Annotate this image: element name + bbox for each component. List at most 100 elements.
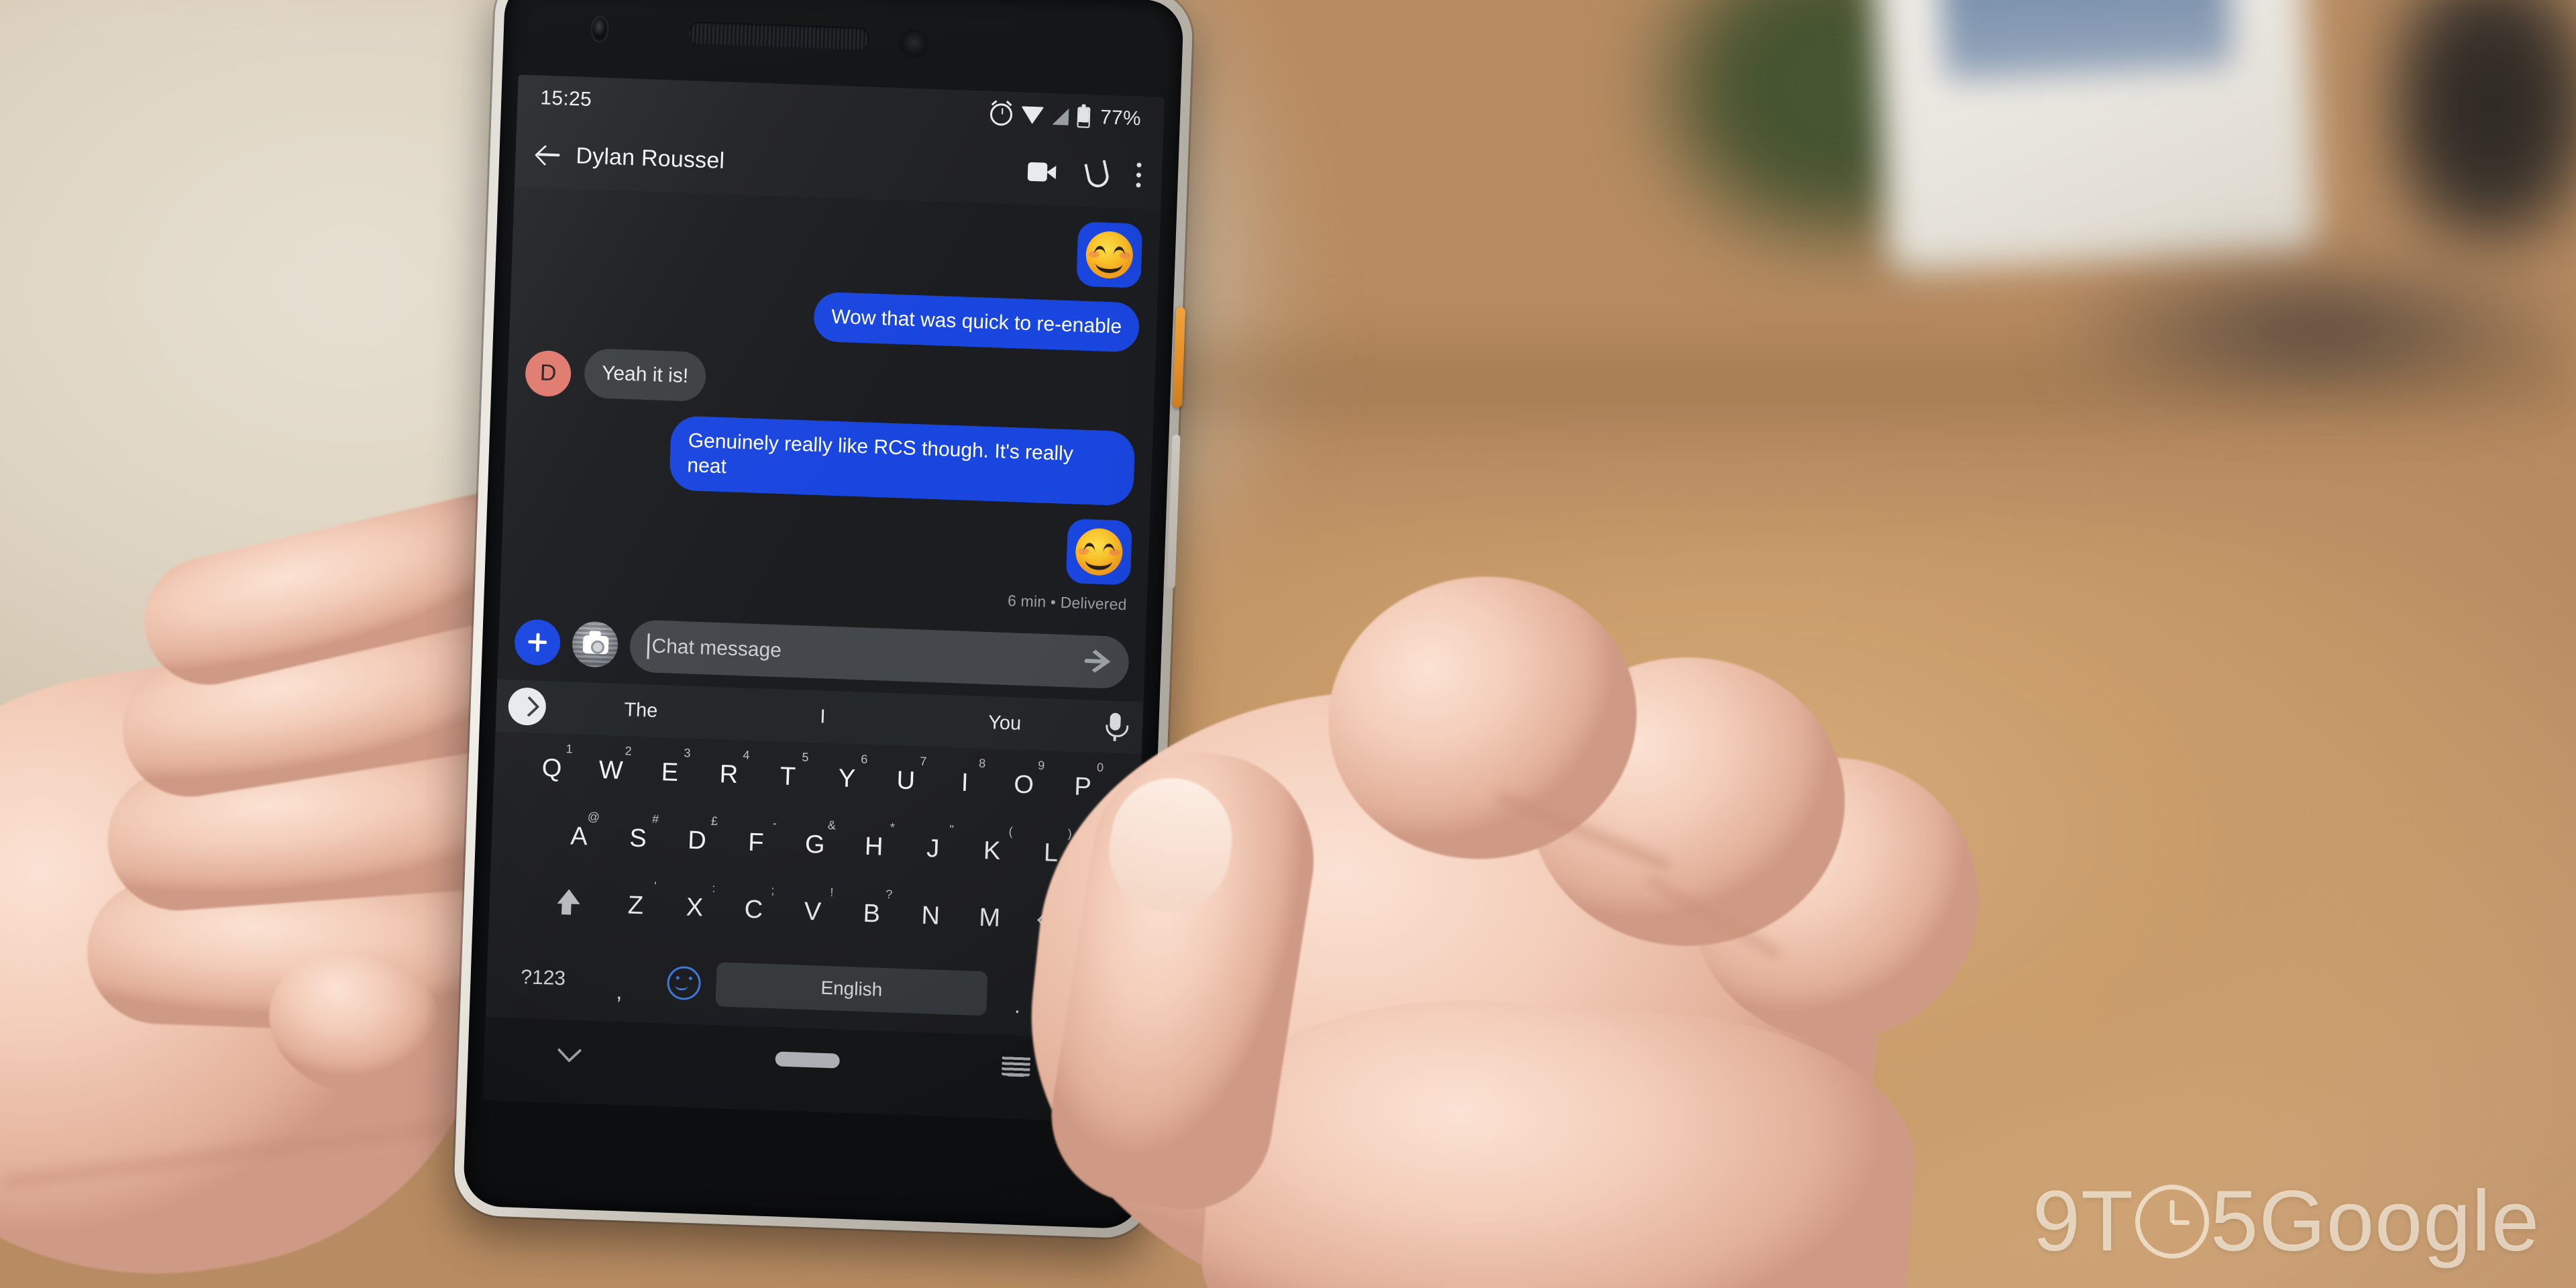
key-hint: 2 <box>625 744 632 758</box>
background-dark-object <box>2388 0 2576 248</box>
key-u[interactable]: 7U <box>875 751 936 810</box>
suggestion-0[interactable]: The <box>549 696 732 724</box>
key-f[interactable]: -F <box>725 814 786 872</box>
key-hint: - <box>772 816 777 830</box>
key-w[interactable]: 2W <box>580 741 641 800</box>
outgoing-bubble[interactable]: Wow that was quick to re-enable <box>813 291 1140 353</box>
key-label: U <box>896 765 916 795</box>
key-label: E <box>661 757 679 787</box>
front-camera-icon <box>590 15 609 43</box>
power-button[interactable] <box>1172 307 1186 408</box>
space-key[interactable]: English <box>715 962 988 1016</box>
attach-plus-button[interactable] <box>513 619 561 666</box>
emoji-key[interactable] <box>651 953 717 1013</box>
key-label: F <box>747 828 765 857</box>
key-x[interactable]: :X <box>664 878 725 936</box>
key-label: N <box>920 901 941 930</box>
key-n[interactable]: N <box>900 887 961 945</box>
key-label: Z <box>627 891 644 920</box>
message-row[interactable]: D Yeah it is! <box>524 346 1138 417</box>
smiling-face-with-smiling-eyes-icon <box>1085 230 1134 280</box>
key-hint: ; <box>771 883 775 898</box>
video-call-icon[interactable] <box>1027 162 1057 182</box>
hide-keyboard-icon[interactable] <box>559 1040 581 1062</box>
shift-key[interactable] <box>526 873 607 932</box>
key-label: G <box>804 830 826 859</box>
status-clock: 15:25 <box>539 87 592 111</box>
key-hint: 6 <box>861 752 868 766</box>
alarm-icon <box>989 103 1013 126</box>
key-hint: 1 <box>566 742 573 756</box>
key-j[interactable]: " J <box>902 820 963 878</box>
key-hint: £ <box>710 814 718 828</box>
key-label: W <box>598 755 624 785</box>
key-hint: : <box>712 881 716 896</box>
voice-call-icon[interactable] <box>1085 162 1107 186</box>
sticker-bubble[interactable] <box>1076 221 1143 288</box>
key-b[interactable]: ? B <box>841 885 902 943</box>
outgoing-bubble[interactable]: Genuinely really like RCS though. It's r… <box>669 415 1136 506</box>
key-label: H <box>864 832 884 861</box>
key-g[interactable]: & G <box>784 816 845 874</box>
message-row[interactable]: Genuinely really like RCS though. It's r… <box>521 410 1136 506</box>
key-v[interactable]: ! V <box>782 883 843 941</box>
battery-percent: 77% <box>1099 106 1142 130</box>
key-label: I <box>961 768 969 797</box>
earpiece-speaker <box>688 21 870 51</box>
key-hint: " <box>949 822 955 837</box>
incoming-bubble[interactable]: Yeah it is! <box>583 347 707 402</box>
comma-key[interactable]: , <box>586 946 653 1016</box>
chat-message-placeholder: Chat message <box>651 635 782 662</box>
key-c[interactable]: ; C <box>723 881 784 939</box>
key-d[interactable]: £ D <box>667 812 728 870</box>
key-label: B <box>862 899 881 928</box>
suggestion-1[interactable]: I <box>731 702 914 731</box>
key-y[interactable]: 6Y <box>816 749 877 808</box>
key-hint: 5 <box>802 750 809 764</box>
contact-name: Dylan Roussel <box>575 142 725 174</box>
avatar: D <box>524 350 572 397</box>
message-row[interactable]: Wow that was quick to re-enable <box>527 282 1140 353</box>
key-hint: @ <box>587 810 600 824</box>
key-q[interactable]: 1Q <box>521 739 582 798</box>
signal-icon <box>1052 107 1069 125</box>
key-e[interactable]: 3E <box>639 743 700 802</box>
key-hint: ? <box>885 887 893 902</box>
key-hint: 3 <box>684 746 691 760</box>
key-label: X <box>686 893 704 922</box>
key-label: C <box>744 895 763 924</box>
key-label: V <box>803 897 822 926</box>
key-hint: & <box>827 818 837 833</box>
key-hint: ' <box>653 879 657 893</box>
key-a[interactable]: @ A <box>549 807 610 865</box>
status-icons: 77% <box>989 103 1142 131</box>
key-i[interactable]: 8I <box>934 753 996 812</box>
right-hand <box>993 537 1979 1288</box>
photo-scene: 15:25 77% Dylan Roussel Wow that was qui… <box>0 0 2576 1288</box>
key-hint: ! <box>830 885 834 900</box>
overflow-menu-icon[interactable] <box>1136 162 1142 188</box>
battery-icon <box>1077 106 1091 128</box>
key-t[interactable]: 5T <box>757 747 818 806</box>
shift-icon <box>553 889 580 918</box>
key-r[interactable]: 4R <box>698 745 759 804</box>
message-row-sticker-top[interactable] <box>529 203 1143 288</box>
emoji-picker-icon <box>666 965 702 1001</box>
key-z[interactable]: ' Z <box>605 876 666 934</box>
key-label: R <box>719 759 739 789</box>
camera-icon <box>582 635 609 655</box>
camera-gallery-button[interactable] <box>571 621 619 668</box>
key-hint: 4 <box>743 748 750 762</box>
gesture-home-pill[interactable] <box>775 1051 841 1069</box>
key-h[interactable]: * H <box>843 818 904 876</box>
key-label: D <box>687 826 707 855</box>
symbols-key[interactable]: ?123 <box>498 948 588 1009</box>
key-label: Q <box>541 753 563 783</box>
key-s[interactable]: # S <box>608 809 669 867</box>
key-hint: # <box>651 812 659 826</box>
expand-suggestions-icon[interactable] <box>507 687 547 727</box>
back-arrow-icon[interactable] <box>533 139 565 171</box>
wifi-icon <box>1020 106 1044 125</box>
key-label: A <box>570 821 588 851</box>
proximity-sensor <box>898 28 930 60</box>
